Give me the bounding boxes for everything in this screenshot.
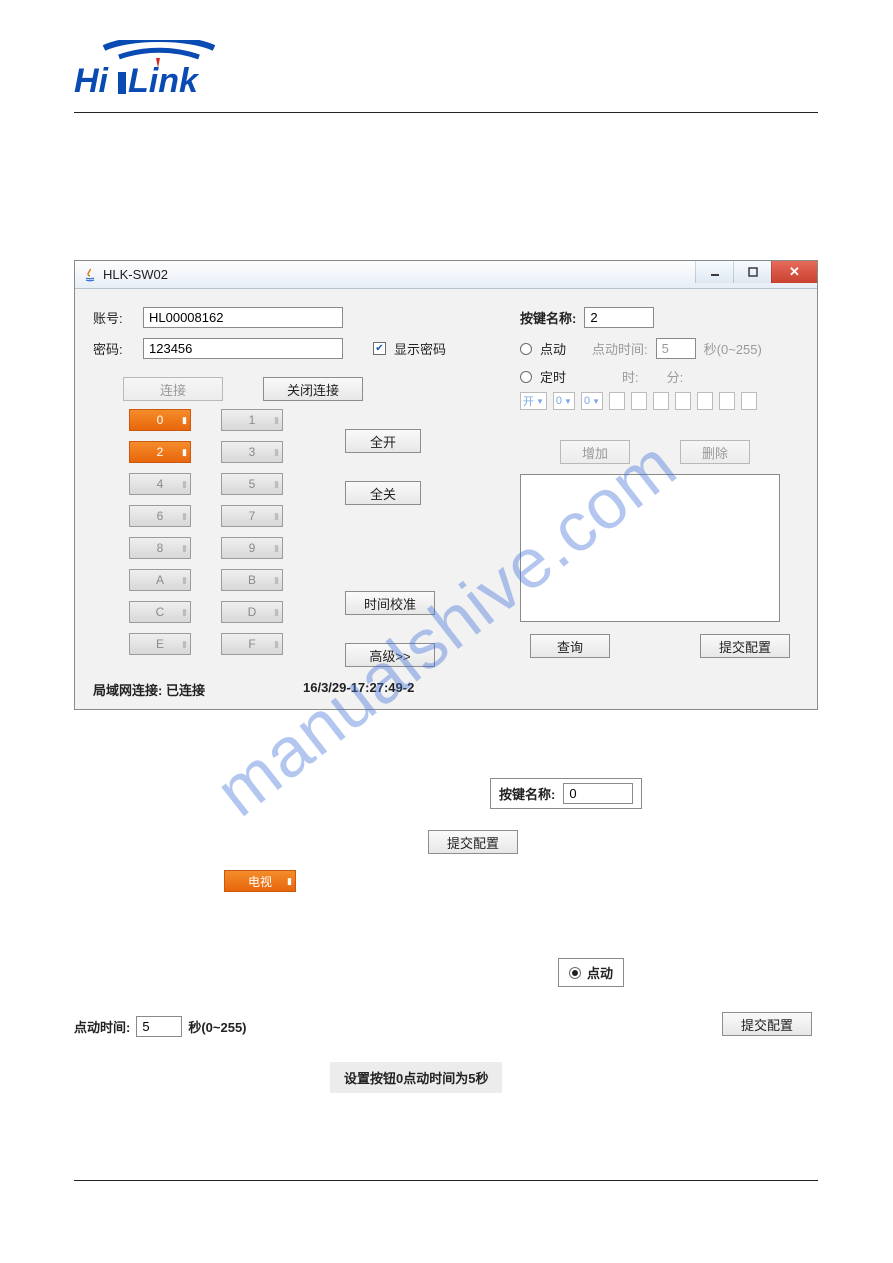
scheduled-radio[interactable] (520, 371, 532, 383)
query-button[interactable]: 查询 (530, 634, 610, 658)
jog-time-input[interactable] (656, 338, 696, 359)
close-button[interactable]: ✕ (771, 261, 817, 283)
close-connection-button[interactable]: 关闭连接 (263, 377, 363, 401)
frag-tv-button[interactable]: 电视▮ (224, 870, 296, 892)
key-3[interactable]: 3▮ (221, 441, 283, 463)
key-7[interactable]: 7▮ (221, 505, 283, 527)
jog-time-unit: 秒(0~255) (704, 339, 762, 358)
fragment-key-name: 按键名称: (490, 778, 642, 809)
delete-button[interactable]: 删除 (680, 440, 750, 464)
key-grid: 0▮ 1▮ 2▮ 3▮ 4▮ 5▮ 6▮ 7▮ 8▮ 9▮ A▮ B▮ C▮ D… (129, 409, 283, 655)
window-title: HLK-SW02 (103, 267, 168, 282)
app-window: HLK-SW02 ✕ 账号: 密码: ✔ 显示密码 (74, 260, 818, 710)
key-4[interactable]: 4▮ (129, 473, 191, 495)
frag-submit-button[interactable]: 提交配置 (428, 830, 518, 854)
jog-radio[interactable] (520, 343, 532, 355)
day-3[interactable] (653, 392, 669, 410)
key-f[interactable]: F▮ (221, 633, 283, 655)
key-c[interactable]: C▮ (129, 601, 191, 623)
all-on-button[interactable]: 全开 (345, 429, 421, 453)
password-label: 密码: (93, 339, 135, 358)
schedule-list[interactable] (520, 474, 780, 622)
password-input[interactable] (143, 338, 343, 359)
caption-text: 设置按钮0点动时间为5秒 (330, 1062, 502, 1093)
frag-jog-time-label: 点动时间: (74, 1017, 130, 1036)
add-button[interactable]: 增加 (560, 440, 630, 464)
day-2[interactable] (631, 392, 647, 410)
key-b[interactable]: B▮ (221, 569, 283, 591)
day-7[interactable] (741, 392, 757, 410)
lan-status-label: 局域网连接: (93, 683, 162, 698)
minimize-button[interactable] (695, 261, 733, 283)
sched-hour-dropdown[interactable]: 0▼ (553, 392, 575, 410)
key-d[interactable]: D▮ (221, 601, 283, 623)
frag-key-name-label: 按键名称: (499, 784, 555, 803)
svg-text:Hi: Hi (74, 62, 110, 100)
show-password-label: 显示密码 (394, 339, 446, 358)
jog-label: 点动 (540, 339, 566, 358)
all-off-button[interactable]: 全关 (345, 481, 421, 505)
connect-button[interactable]: 连接 (123, 377, 223, 401)
timestamp: 16/3/29-17:27:49-2 (303, 680, 414, 695)
day-6[interactable] (719, 392, 735, 410)
key-name-label: 按键名称: (520, 308, 576, 327)
key-name-input[interactable] (584, 307, 654, 328)
frag-jog-radio[interactable] (569, 967, 581, 979)
key-e[interactable]: E▮ (129, 633, 191, 655)
frag-jog-time-input[interactable] (136, 1016, 182, 1037)
frag-jog-time-unit: 秒(0~255) (188, 1017, 246, 1036)
frag-submit-button-2[interactable]: 提交配置 (722, 1012, 812, 1036)
java-icon (83, 268, 97, 282)
key-8[interactable]: 8▮ (129, 537, 191, 559)
frag-jog-label: 点动 (587, 963, 613, 982)
time-calibrate-button[interactable]: 时间校准 (345, 591, 435, 615)
sched-min-dropdown[interactable]: 0▼ (581, 392, 603, 410)
show-password-checkbox[interactable]: ✔ (373, 342, 386, 355)
sched-hour-label: 时: (622, 367, 639, 386)
header-divider (74, 112, 818, 113)
scheduled-label: 定时 (540, 367, 566, 386)
submit-config-button[interactable]: 提交配置 (700, 634, 790, 658)
hilink-logo-icon: Hi Link (74, 40, 244, 100)
day-1[interactable] (609, 392, 625, 410)
brand-logo: Hi Link (74, 40, 818, 102)
advanced-button[interactable]: 高级>> (345, 643, 435, 667)
lan-status-value: 已连接 (166, 683, 205, 698)
svg-text:Link: Link (128, 62, 200, 100)
key-9[interactable]: 9▮ (221, 537, 283, 559)
key-a[interactable]: A▮ (129, 569, 191, 591)
day-5[interactable] (697, 392, 713, 410)
sched-open-dropdown[interactable]: 开▼ (520, 392, 547, 410)
frag-key-name-input[interactable] (563, 783, 633, 804)
key-1[interactable]: 1▮ (221, 409, 283, 431)
account-input[interactable] (143, 307, 343, 328)
key-6[interactable]: 6▮ (129, 505, 191, 527)
maximize-button[interactable] (733, 261, 771, 283)
footer-divider (74, 1180, 818, 1181)
account-label: 账号: (93, 308, 135, 327)
sched-min-label: 分: (667, 367, 684, 386)
day-4[interactable] (675, 392, 691, 410)
key-5[interactable]: 5▮ (221, 473, 283, 495)
key-0[interactable]: 0▮ (129, 409, 191, 431)
titlebar: HLK-SW02 ✕ (75, 261, 817, 289)
key-2[interactable]: 2▮ (129, 441, 191, 463)
jog-time-label: 点动时间: (592, 339, 648, 358)
